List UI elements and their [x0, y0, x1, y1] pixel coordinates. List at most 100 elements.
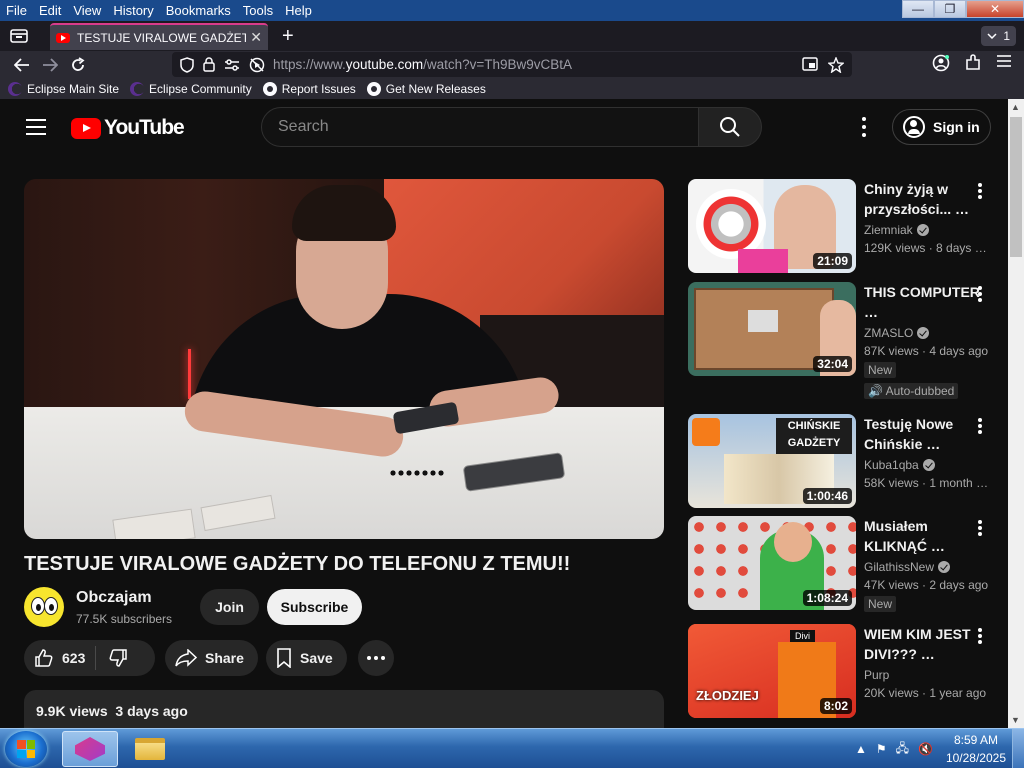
- page-scrollbar[interactable]: ▲ ▼: [1008, 99, 1024, 728]
- youtube-masthead: YouTube Search Sign in: [0, 99, 1008, 155]
- search-button[interactable]: [698, 107, 762, 147]
- taskbar-clock[interactable]: 8:59 AM 10/28/2025: [946, 731, 1006, 767]
- youtube-play-icon: [71, 117, 101, 139]
- new-tab-button[interactable]: +: [282, 26, 294, 46]
- related-video-title[interactable]: Testuję Nowe Chińskie …: [864, 414, 982, 454]
- related-menu-icon[interactable]: [978, 520, 982, 536]
- taskbar-explorer[interactable]: [122, 731, 178, 767]
- thumbnail-caption: CHIŃSKIE GADŻETY: [776, 418, 852, 454]
- video-thumbnail[interactable]: 21:09: [688, 179, 856, 273]
- like-button[interactable]: 623: [24, 646, 97, 670]
- related-menu-icon[interactable]: [978, 183, 982, 199]
- video-thumbnail[interactable]: 1:08:24: [688, 516, 856, 610]
- related-channel[interactable]: ZMASLO: [864, 326, 982, 340]
- autoplay-blocked-icon[interactable]: [249, 57, 265, 73]
- tab-active[interactable]: TESTUJE VIRALOWE GADŻETY D ✕: [50, 23, 268, 50]
- tracking-protection-shield-icon[interactable]: [180, 56, 194, 73]
- description-box[interactable]: 9.9K views 3 days ago: [24, 690, 664, 728]
- related-age: 4 days ago: [929, 344, 989, 358]
- related-video-title[interactable]: Musiałem KLIKNĄĆ …: [864, 516, 982, 556]
- firefox-view-button[interactable]: [8, 26, 30, 46]
- reload-icon: [72, 56, 85, 71]
- start-button[interactable]: [5, 731, 47, 767]
- new-badge: New: [864, 596, 897, 612]
- menu-view[interactable]: View: [67, 3, 107, 18]
- verified-check-icon: [938, 561, 951, 573]
- related-video-title[interactable]: WIEM KIM JEST DIVI??? …: [864, 624, 982, 664]
- youtube-logo[interactable]: YouTube: [71, 116, 185, 140]
- save-label: Save: [300, 650, 333, 666]
- close-window-button[interactable]: ✕: [966, 0, 1024, 18]
- related-channel[interactable]: Purp: [864, 668, 982, 682]
- menu-history[interactable]: History: [107, 3, 159, 18]
- tab-close-icon[interactable]: ✕: [250, 29, 262, 46]
- dislike-button[interactable]: [96, 648, 128, 668]
- tab-strip: TESTUJE VIRALOWE GADŻETY D ✕: [0, 21, 1024, 51]
- save-button[interactable]: Save: [266, 640, 347, 676]
- menu-help[interactable]: Help: [279, 3, 318, 18]
- guide-menu-icon[interactable]: [26, 119, 46, 135]
- related-menu-icon[interactable]: [978, 418, 982, 434]
- taskbar-firefox[interactable]: [62, 731, 118, 767]
- video-player[interactable]: [24, 179, 664, 539]
- show-desktop-button[interactable]: [1012, 729, 1024, 768]
- related-views: 47K views: [864, 578, 919, 592]
- search-input[interactable]: Search: [261, 107, 699, 147]
- video-thumbnail[interactable]: 32:04: [688, 282, 856, 376]
- minimize-button[interactable]: —: [902, 0, 934, 18]
- network-icon[interactable]: 🖧: [896, 739, 909, 760]
- reload-button[interactable]: [64, 52, 92, 78]
- thumbnail-tag: Divi: [790, 630, 815, 642]
- scrollbar-thumb[interactable]: [1010, 117, 1022, 257]
- subscribe-button[interactable]: Subscribe: [267, 589, 362, 625]
- menu-file[interactable]: File: [0, 3, 33, 18]
- bookmark-eclipse-main-site[interactable]: Eclipse Main Site: [8, 81, 119, 96]
- forward-button[interactable]: [36, 52, 64, 78]
- list-all-tabs-button[interactable]: 1: [981, 26, 1016, 46]
- related-channel[interactable]: GilathissNew: [864, 560, 982, 574]
- menu-tools[interactable]: Tools: [237, 3, 279, 18]
- url-path: /watch?v=Th9Bw9vCBtA: [423, 57, 573, 72]
- channel-avatar[interactable]: [24, 587, 64, 627]
- share-button[interactable]: Share: [165, 640, 258, 676]
- bookmark-report-issues[interactable]: Report Issues: [262, 81, 356, 96]
- tray-expand-icon[interactable]: ▲: [855, 742, 867, 756]
- related-video-title[interactable]: Chiny żyją w przyszłości... …: [864, 179, 982, 219]
- permissions-icon[interactable]: [224, 58, 240, 72]
- new-badge: New: [864, 362, 897, 378]
- video-duration: 1:08:24: [802, 590, 852, 606]
- upload-date: 3 days ago: [115, 703, 188, 719]
- url-bar[interactable]: https://www.youtube.com/watch?v=Th9Bw9vC…: [172, 52, 852, 77]
- volume-muted-icon[interactable]: 🔇: [918, 742, 933, 756]
- maximize-button[interactable]: ❐: [934, 0, 966, 18]
- menu-edit[interactable]: Edit: [33, 3, 67, 18]
- more-actions-button[interactable]: [358, 640, 394, 676]
- sign-in-button[interactable]: Sign in: [892, 109, 991, 145]
- extensions-puzzle-icon[interactable]: [964, 54, 982, 72]
- video-thumbnail[interactable]: Divi ZŁODZIEJ 8:02: [688, 624, 856, 718]
- video-thumbnail[interactable]: CHIŃSKIE GADŻETY 1:00:46: [688, 414, 856, 508]
- related-menu-icon[interactable]: [978, 628, 982, 644]
- action-center-flag-icon[interactable]: ⚑: [876, 742, 887, 756]
- bookmark-eclipse-community[interactable]: Eclipse Community: [130, 81, 252, 96]
- related-channel[interactable]: Ziemniak: [864, 223, 982, 237]
- channel-name[interactable]: Obczajam: [76, 589, 152, 607]
- windows-logo-icon: [17, 740, 35, 758]
- lock-icon[interactable]: [203, 57, 215, 72]
- scroll-up-icon[interactable]: ▲: [1011, 102, 1020, 112]
- menu-bookmarks[interactable]: Bookmarks: [160, 3, 237, 18]
- account-icon[interactable]: [932, 54, 950, 72]
- related-channel-name: GilathissNew: [864, 560, 935, 574]
- bookmark-get-new-releases[interactable]: Get New Releases: [366, 81, 486, 96]
- bookmark-star-icon[interactable]: [828, 56, 844, 73]
- picture-in-picture-icon[interactable]: [802, 56, 818, 71]
- back-button[interactable]: [8, 52, 36, 78]
- settings-kebab-icon[interactable]: [856, 117, 872, 137]
- related-video-title[interactable]: THIS COMPUTER …: [864, 282, 982, 322]
- scroll-down-icon[interactable]: ▼: [1011, 715, 1020, 725]
- hamburger-menu-icon[interactable]: [996, 54, 1012, 68]
- related-menu-icon[interactable]: [978, 286, 982, 302]
- join-button[interactable]: Join: [200, 589, 259, 625]
- url-text[interactable]: https://www.youtube.com/watch?v=Th9Bw9vC…: [273, 57, 802, 72]
- related-channel[interactable]: Kuba1qba: [864, 458, 982, 472]
